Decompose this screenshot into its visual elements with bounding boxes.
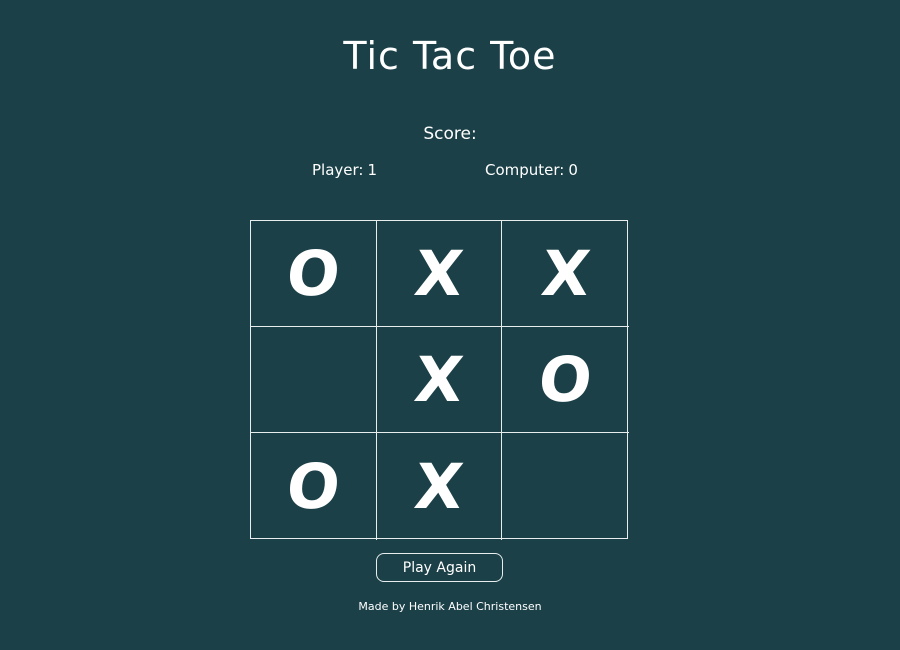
- play-again-button[interactable]: Play Again: [376, 553, 503, 582]
- cell-mark: O: [535, 342, 596, 416]
- player-score-label: Player:: [312, 161, 364, 179]
- board-cell[interactable]: X: [377, 221, 502, 327]
- board-cell[interactable]: O: [251, 433, 377, 540]
- cell-mark: O: [283, 236, 344, 310]
- footer-credit: Made by Henrik Abel Christensen: [358, 600, 542, 613]
- board-cell[interactable]: X: [502, 221, 629, 327]
- board-cell[interactable]: O: [251, 221, 377, 327]
- page-title: Tic Tac Toe: [343, 34, 557, 78]
- cell-mark: O: [283, 449, 344, 523]
- board-cell[interactable]: [251, 327, 377, 433]
- score-label: Score:: [423, 124, 477, 144]
- cell-mark: X: [411, 236, 467, 310]
- cell-mark: X: [411, 449, 467, 523]
- board-cell[interactable]: X: [377, 433, 502, 540]
- cell-mark: X: [411, 342, 467, 416]
- board-cell[interactable]: X: [377, 327, 502, 433]
- computer-score: Computer: 0: [485, 161, 578, 179]
- player-score: Player: 1: [312, 161, 377, 179]
- board-cell[interactable]: [502, 433, 629, 540]
- board-cell[interactable]: O: [502, 327, 629, 433]
- game-board: O X X X O O X: [250, 220, 629, 540]
- cell-mark: X: [537, 236, 594, 310]
- computer-score-label: Computer:: [485, 161, 565, 179]
- computer-score-value: 0: [568, 161, 578, 179]
- player-score-value: 1: [367, 161, 378, 179]
